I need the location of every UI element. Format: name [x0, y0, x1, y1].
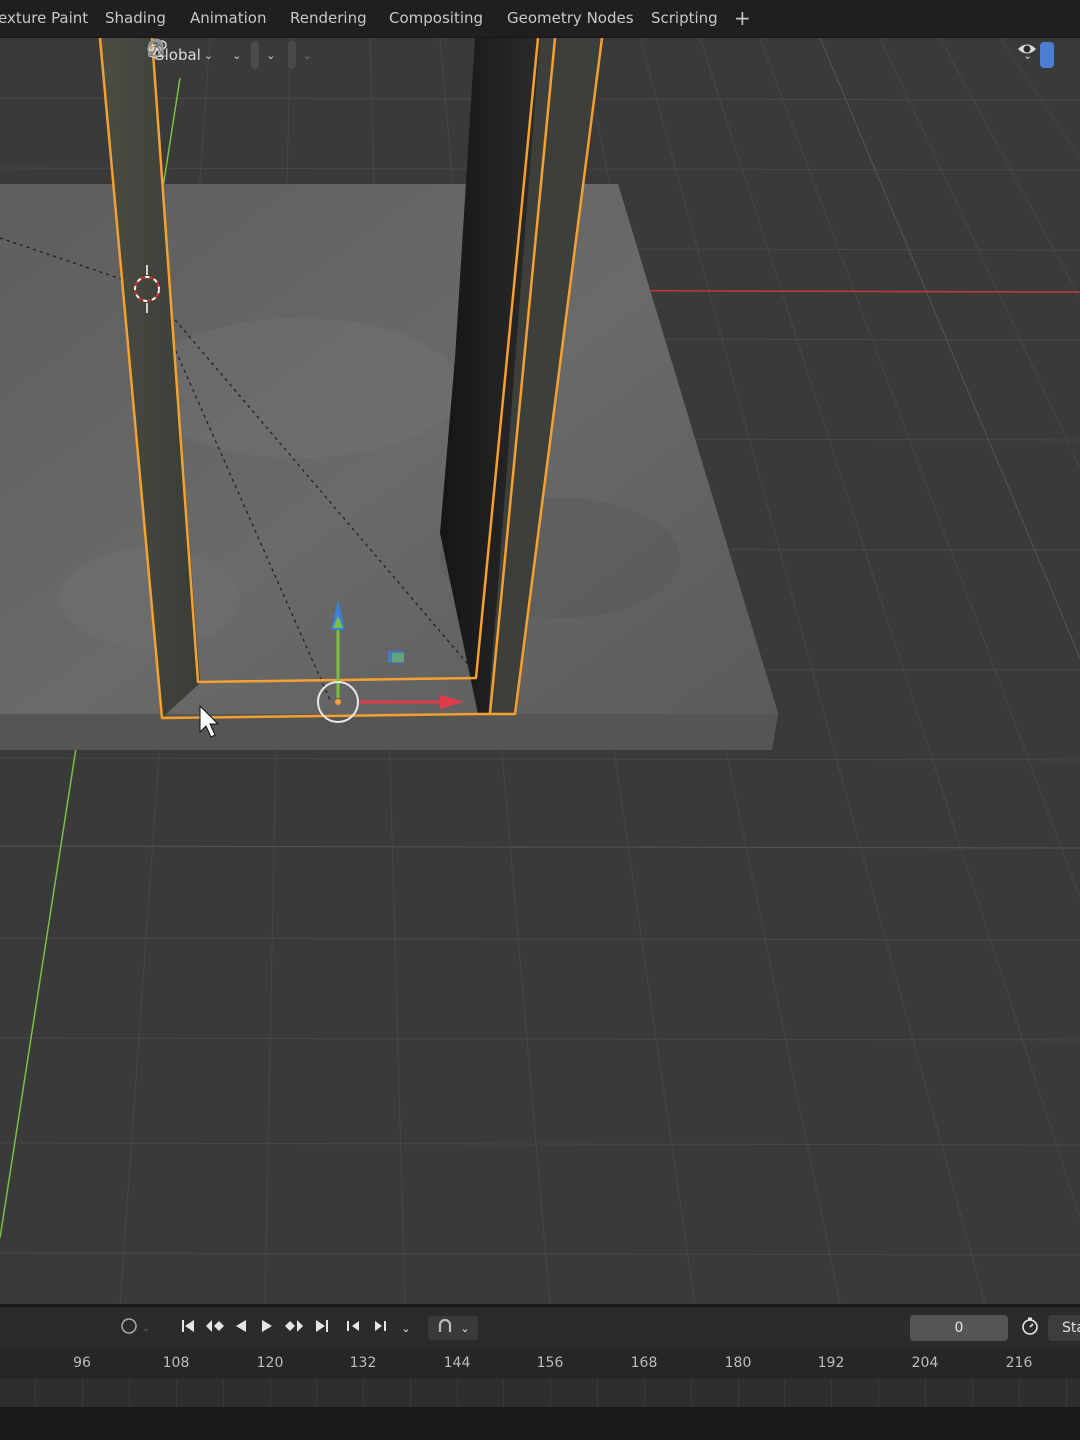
grid-line — [550, 1379, 551, 1407]
current-frame-field[interactable]: 0 — [910, 1315, 1008, 1341]
grid-line — [176, 1379, 177, 1407]
chevron-down-icon: ⌄ — [460, 1321, 470, 1335]
timeline-track[interactable] — [0, 1379, 1080, 1407]
grid-line — [363, 1379, 364, 1407]
snap-target-dropdown[interactable]: ⌄ — [148, 41, 279, 69]
chevron-down-icon: ⌄ — [232, 48, 242, 62]
ruler-tick-label: 120 — [256, 1355, 284, 1371]
falloff-dropdown[interactable]: ⌄ — [147, 41, 316, 69]
tab-compositing[interactable]: Compositing — [389, 0, 483, 37]
grid-line — [503, 1379, 504, 1407]
grid-line — [831, 1379, 832, 1407]
grid-line — [1019, 1379, 1020, 1407]
viewport-scene — [0, 38, 1080, 1304]
magnet-icon — [436, 1317, 454, 1339]
playback-dropdown[interactable]: ⌄ — [396, 1316, 416, 1340]
jump-to-keyframe-prev-button[interactable] — [202, 1316, 228, 1340]
ruler-tick-label: 180 — [724, 1355, 752, 1371]
grid-line — [410, 1379, 411, 1407]
visibility-dropdown[interactable]: ⌄ — [1016, 41, 1036, 69]
use-preview-range-toggle[interactable] — [1016, 1316, 1044, 1340]
jump-to-keyframe-next-button[interactable] — [281, 1316, 307, 1340]
tab-animation[interactable]: Animation — [190, 0, 266, 37]
chevron-down-icon: ⌄ — [141, 1322, 151, 1334]
gizmo-toggle[interactable] — [1040, 42, 1055, 68]
ruler-tick-label: 96 — [73, 1355, 91, 1371]
chevron-down-icon: ⌄ — [401, 1321, 411, 1335]
3d-viewport[interactable]: Global ⌄ ⌄ ⌄ ⌄ ⌄ — [0, 38, 1080, 1304]
grid-line — [691, 1379, 692, 1407]
timeline-snap-toggle[interactable]: ⌄ — [428, 1316, 478, 1340]
tab-scripting[interactable]: Scripting — [651, 0, 718, 37]
step-forward-icon — [371, 1318, 389, 1338]
grid-line — [784, 1379, 785, 1407]
jump-end-icon — [314, 1318, 330, 1338]
proportional-editing-toggle[interactable] — [147, 41, 296, 69]
viewport-header: Global ⌄ ⌄ ⌄ ⌄ — [146, 38, 316, 72]
record-icon — [120, 1317, 138, 1339]
play-reverse-button[interactable] — [230, 1316, 252, 1340]
play-reverse-icon — [233, 1318, 249, 1338]
next-frame-button[interactable] — [368, 1316, 392, 1340]
ruler-tick-label: 216 — [1005, 1355, 1033, 1371]
ruler-tick-label: 168 — [630, 1355, 658, 1371]
grid-line — [925, 1379, 926, 1407]
next-keyframe-icon — [283, 1318, 305, 1338]
prev-frame-button[interactable] — [342, 1316, 366, 1340]
jump-to-start-button[interactable] — [176, 1316, 200, 1340]
ruler-tick-label: 144 — [443, 1355, 471, 1371]
tab-geometry-nodes[interactable]: Geometry Nodes — [507, 0, 634, 37]
grid-line — [644, 1379, 645, 1407]
grid-line — [270, 1379, 271, 1407]
tab-rendering[interactable]: Rendering — [290, 0, 367, 37]
prev-keyframe-icon — [204, 1318, 226, 1338]
chevron-down-icon: ⌄ — [203, 48, 214, 62]
workspace-bar: exture Paint Shading Animation Rendering… — [0, 0, 1080, 38]
jump-to-end-button[interactable] — [310, 1316, 334, 1340]
jump-start-icon — [180, 1318, 196, 1338]
chevron-down-icon: ⌄ — [302, 48, 312, 62]
step-back-icon — [345, 1318, 363, 1338]
play-button[interactable] — [256, 1316, 278, 1340]
ruler-tick-label: 156 — [536, 1355, 564, 1371]
base-plate-edge — [0, 714, 778, 750]
pivot-point-dropdown[interactable]: ⌄ — [148, 40, 245, 69]
play-icon — [259, 1318, 275, 1338]
ruler-tick-label: 108 — [162, 1355, 190, 1371]
grid-line — [597, 1379, 598, 1407]
grid-line — [738, 1379, 739, 1407]
snap-toggle[interactable] — [148, 38, 260, 69]
grid-line — [35, 1379, 36, 1407]
ruler-tick-label: 204 — [911, 1355, 939, 1371]
status-bar — [0, 1407, 1080, 1440]
tab-texture-paint[interactable]: exture Paint — [0, 0, 88, 37]
viewport-header-right: ⌄ — [1016, 38, 1055, 72]
grid-line — [129, 1379, 130, 1407]
grid-line — [878, 1379, 879, 1407]
chevron-down-icon: ⌄ — [266, 48, 276, 62]
grid-line — [1066, 1379, 1067, 1407]
grid-line — [316, 1379, 317, 1407]
timeline-header: ⌄ ⌄ ⌄ 0 St — [0, 1305, 1080, 1349]
add-workspace-button[interactable]: + — [734, 0, 751, 37]
auto-keying-toggle[interactable]: ⌄ — [116, 1316, 154, 1340]
grid-line — [972, 1379, 973, 1407]
grid-line — [223, 1379, 224, 1407]
ruler-tick-label: 132 — [349, 1355, 377, 1371]
ruler-tick-label: 192 — [817, 1355, 845, 1371]
stopwatch-icon — [1020, 1316, 1040, 1340]
grid-line — [457, 1379, 458, 1407]
grid-line — [82, 1379, 83, 1407]
start-frame-field[interactable]: Sta — [1048, 1315, 1080, 1341]
timeline-ruler[interactable]: 96 108 120 132 144 156 168 180 192 204 2… — [0, 1347, 1080, 1379]
tab-shading[interactable]: Shading — [105, 0, 166, 37]
